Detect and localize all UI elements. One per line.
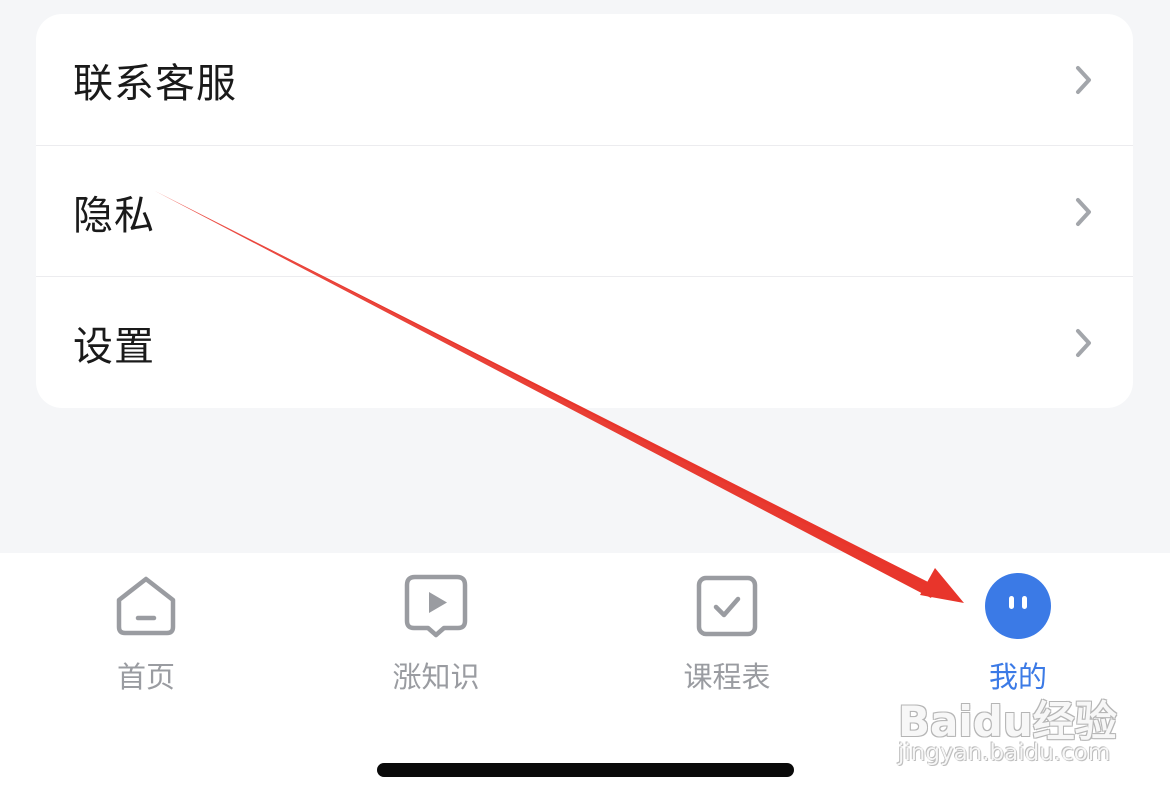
- chevron-right-icon: [1076, 197, 1091, 226]
- tab-label: 涨知识: [392, 660, 480, 694]
- menu-item-label: 联系客服: [73, 60, 237, 107]
- tab-schedule[interactable]: 课程表: [627, 573, 827, 694]
- play-bubble-icon: [404, 574, 468, 638]
- tab-label: 课程表: [683, 660, 771, 694]
- tab-home[interactable]: 首页: [46, 573, 246, 694]
- chevron-right-icon: [1076, 65, 1091, 94]
- home-indicator[interactable]: [377, 763, 794, 777]
- menu-item-label: 设置: [73, 323, 155, 370]
- menu-item-settings[interactable]: 设置: [36, 276, 1133, 408]
- menu-item-label: 隐私: [73, 192, 155, 239]
- tab-knowledge[interactable]: 涨知识: [336, 573, 536, 694]
- menu-item-contact-service[interactable]: 联系客服: [36, 14, 1133, 145]
- menu-item-privacy[interactable]: 隐私: [36, 145, 1133, 277]
- home-icon: [116, 576, 176, 636]
- tab-label: 我的: [988, 660, 1047, 694]
- tab-mine[interactable]: 我的: [918, 573, 1118, 694]
- chevron-right-icon: [1076, 328, 1091, 357]
- tab-label: 首页: [116, 660, 175, 694]
- checkbox-icon: [696, 575, 758, 637]
- menu-card: 联系客服 隐私 设置: [36, 14, 1133, 408]
- face-avatar-icon: [985, 573, 1051, 639]
- bottom-tab-bar: 首页 涨知识 课程表 我的: [0, 553, 1170, 798]
